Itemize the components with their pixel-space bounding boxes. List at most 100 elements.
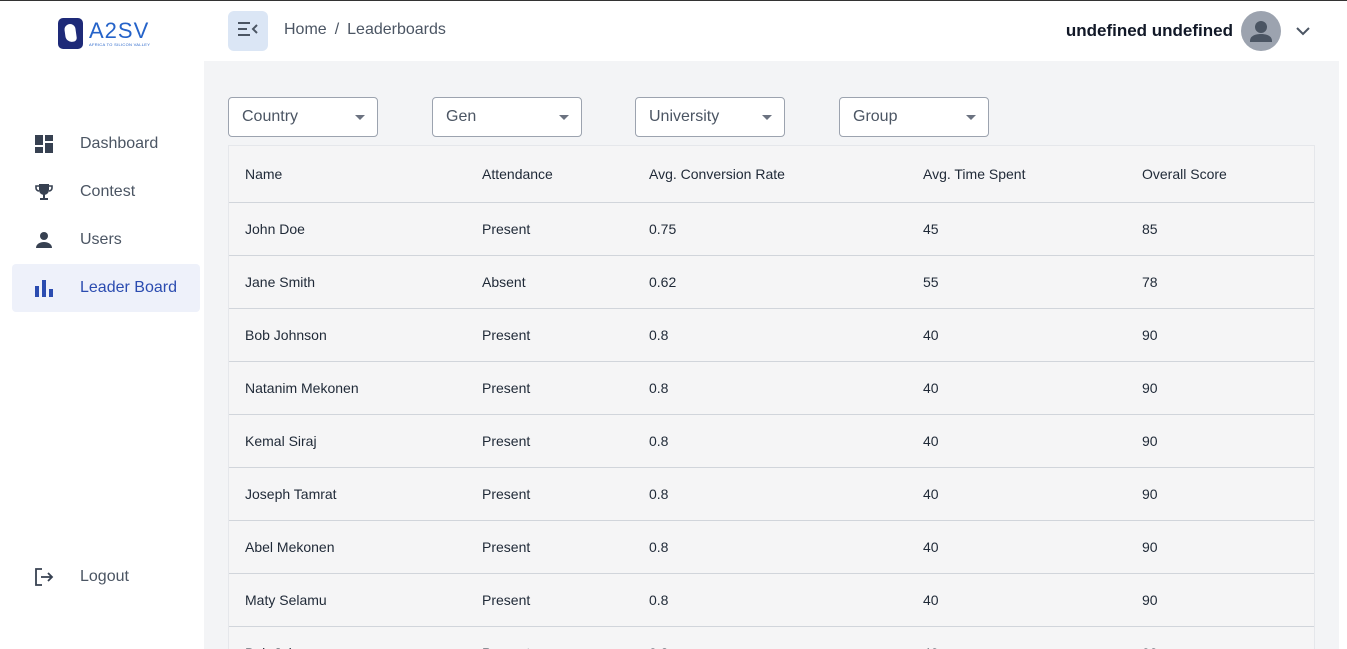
breadcrumb-separator: /: [334, 21, 340, 38]
cell-attendance: Present: [466, 573, 633, 627]
cell-time-spent: 40: [907, 467, 1126, 521]
cell-overall-score: 90: [1126, 626, 1314, 649]
cell-attendance: Absent: [466, 255, 633, 309]
chevron-down-icon[interactable]: [1293, 21, 1313, 41]
sidebar-item-label: Leader Board: [80, 279, 177, 296]
leaderboard-table-container[interactable]: Name Attendance Avg. Conversion Rate Avg…: [228, 145, 1315, 649]
gen-select[interactable]: Gen: [432, 97, 582, 137]
caret-down-icon: [966, 114, 976, 120]
cell-attendance: Present: [466, 626, 633, 649]
cell-overall-score: 90: [1126, 573, 1314, 627]
country-select-label: Country: [242, 108, 299, 125]
cell-conversion-rate: 0.62: [633, 255, 907, 309]
cell-time-spent: 40: [907, 520, 1126, 574]
cell-conversion-rate: 0.8: [633, 573, 907, 627]
table-row[interactable]: Bob JohnsonPresent0.84090: [229, 308, 1314, 362]
sidebar-item-label: Contest: [80, 183, 136, 200]
table-row[interactable]: Abel Mekonen Present 0.8 40 90: [229, 520, 1314, 574]
cell-overall-score: 85: [1126, 202, 1314, 256]
a2sv-logo[interactable]: A2SV AFRICA TO SILICON VALLEY: [58, 17, 154, 49]
cell-time-spent: 45: [907, 202, 1126, 256]
caret-down-icon: [762, 114, 772, 120]
cell-overall-score: 78: [1126, 255, 1314, 309]
column-header-time-spent[interactable]: Avg. Time Spent: [907, 146, 1126, 203]
cell-overall-score: 90: [1126, 520, 1314, 574]
cell-time-spent: 40: [907, 414, 1126, 468]
cell-overall-score: 90: [1126, 308, 1314, 362]
cell-overall-score: 90: [1126, 414, 1314, 468]
breadcrumb: Home / Leaderboards: [284, 21, 446, 39]
cell-name: Abel Mekonen: [229, 520, 466, 574]
sidebar-item-users[interactable]: Users: [12, 216, 200, 264]
cell-time-spent: 40: [907, 573, 1126, 627]
logout-label: Logout: [80, 568, 129, 585]
main-content: Country Gen University Group Name Attend…: [204, 61, 1339, 649]
cell-attendance: Present: [466, 202, 633, 256]
logo-tagline: AFRICA TO SILICON VALLEY: [89, 41, 151, 47]
cell-attendance: Present: [466, 520, 633, 574]
cell-conversion-rate: 0.8: [633, 414, 907, 468]
cell-name: Joseph Tamrat: [229, 467, 466, 521]
cell-attendance: Present: [466, 361, 633, 415]
cell-attendance: Present: [466, 414, 633, 468]
cell-name: Bob Johnson: [229, 626, 466, 649]
logout-button[interactable]: Logout: [12, 553, 200, 601]
sidebar-item-leader-board[interactable]: Leader Board: [12, 264, 200, 312]
table-row[interactable]: Natanim Mekonen Present 0.8 40 90: [229, 361, 1314, 415]
table-header-row: Name Attendance Avg. Conversion Rate Avg…: [229, 146, 1314, 203]
sidebar: A2SV AFRICA TO SILICON VALLEY Dashboard …: [0, 1, 204, 649]
table-row[interactable]: John Doe Present 0.75 45 85: [229, 202, 1314, 256]
caret-down-icon: [355, 114, 365, 120]
gen-select-label: Gen: [446, 108, 477, 125]
sidebar-item-label: Dashboard: [80, 135, 159, 152]
university-select[interactable]: University: [635, 97, 785, 137]
top-header: Home / Leaderboards undefined undefined: [204, 1, 1347, 61]
user-name: undefined undefined: [1065, 21, 1233, 40]
cell-conversion-rate: 0.8: [633, 626, 907, 649]
column-header-conversion-rate[interactable]: Avg. Conversion Rate: [633, 146, 907, 203]
cell-overall-score: 90: [1126, 467, 1314, 521]
sidebar-item-label: Users: [80, 231, 122, 248]
menu-collapse-icon: [238, 21, 258, 42]
person-icon: [34, 230, 54, 250]
africa-logo-icon: [58, 17, 83, 49]
leaderboard-table: Name Attendance Avg. Conversion Rate Avg…: [229, 146, 1314, 649]
cell-overall-score: 90: [1126, 361, 1314, 415]
avatar[interactable]: [1241, 11, 1281, 51]
sidebar-item-contest[interactable]: Contest: [12, 168, 200, 216]
breadcrumb-home[interactable]: Home: [284, 21, 327, 39]
avatar-person-icon: [1250, 21, 1272, 42]
filter-bar: Country Gen University Group: [228, 97, 989, 137]
group-select-label: Group: [853, 108, 898, 125]
cell-conversion-rate: 0.75: [633, 202, 907, 256]
caret-down-icon: [559, 114, 569, 120]
dashboard-icon: [34, 134, 54, 154]
table-row[interactable]: Joseph Tamrat Present 0.8 40 90: [229, 467, 1314, 521]
collapse-sidebar-button[interactable]: [228, 11, 268, 51]
table-row[interactable]: Bob JohnsonPresent0.84090: [229, 626, 1314, 649]
cell-time-spent: 40: [907, 308, 1126, 362]
country-select[interactable]: Country: [228, 97, 378, 137]
table-row[interactable]: Kemal Siraj Present 0.8 40 90: [229, 414, 1314, 468]
bar-chart-icon: [34, 278, 54, 298]
cell-time-spent: 55: [907, 255, 1126, 309]
cell-attendance: Present: [466, 308, 633, 362]
table-row[interactable]: Jane Smith Absent 0.62 55 78: [229, 255, 1314, 309]
cell-name: Jane Smith: [229, 255, 466, 309]
table-row[interactable]: Maty Selamu Present 0.8 40 90: [229, 573, 1314, 627]
cell-time-spent: 40: [907, 626, 1126, 649]
trophy-icon: [34, 182, 54, 202]
sidebar-item-dashboard[interactable]: Dashboard: [12, 120, 200, 168]
cell-conversion-rate: 0.8: [633, 520, 907, 574]
user-menu[interactable]: undefined undefined: [1066, 11, 1313, 51]
cell-name: John Doe: [229, 202, 466, 256]
column-header-attendance[interactable]: Attendance: [466, 146, 633, 203]
university-select-label: University: [649, 108, 720, 125]
breadcrumb-current: Leaderboards: [347, 21, 446, 38]
cell-attendance: Present: [466, 467, 633, 521]
group-select[interactable]: Group: [839, 97, 989, 137]
column-header-overall-score[interactable]: Overall Score: [1126, 146, 1314, 203]
logout-icon: [34, 567, 54, 587]
cell-conversion-rate: 0.8: [633, 361, 907, 415]
column-header-name[interactable]: Name: [229, 146, 466, 203]
